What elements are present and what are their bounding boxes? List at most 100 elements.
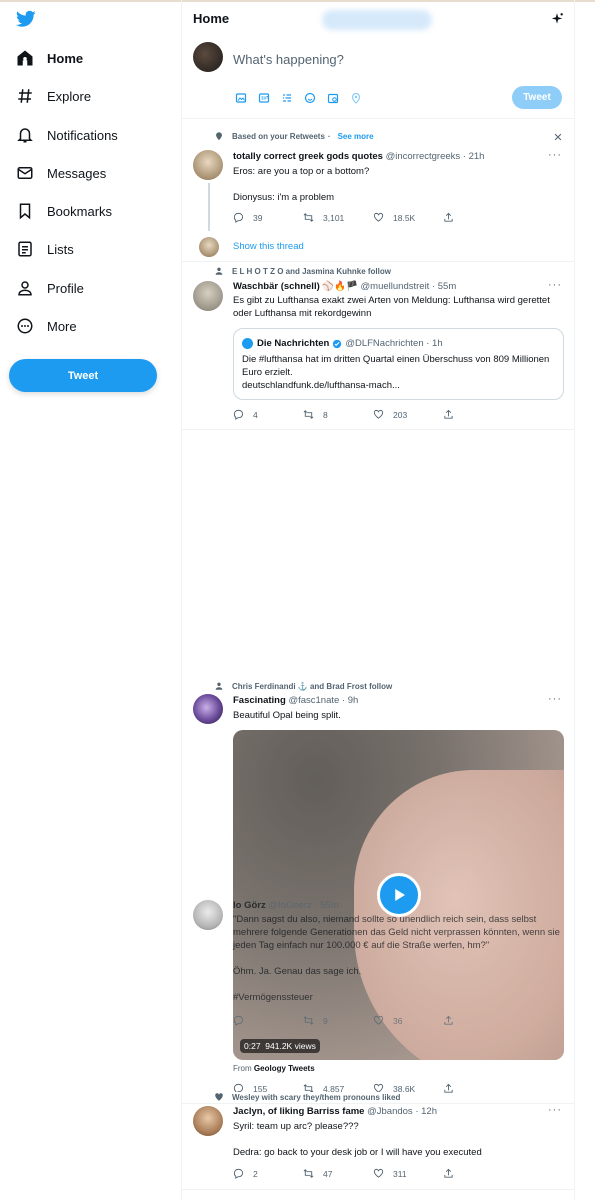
share-icon <box>444 1083 453 1093</box>
more-options-icon[interactable]: ··· <box>548 1104 562 1116</box>
divider <box>182 429 574 430</box>
thread-line <box>208 183 210 231</box>
tweet-button[interactable]: Tweet <box>9 359 157 392</box>
avatar[interactable] <box>193 694 223 724</box>
retweet-button[interactable]: 9 <box>303 1015 373 1026</box>
share-button[interactable] <box>443 409 513 420</box>
nav-bookmarks[interactable]: Bookmarks <box>16 196 112 226</box>
reply-icon <box>233 409 244 420</box>
author-name[interactable]: Io Görz <box>233 900 266 911</box>
quote-author-handle: @DLFNachrichten · 1h <box>345 338 443 349</box>
show-thread-link[interactable]: Show this thread <box>233 241 304 252</box>
composer-tweet-button[interactable]: Tweet <box>512 86 562 109</box>
retweet-button[interactable]: 8 <box>303 409 373 420</box>
share-button[interactable] <box>443 1083 513 1094</box>
avatar[interactable] <box>193 900 223 930</box>
tweet-text: Beautiful Opal being split. <box>233 710 341 721</box>
tweet-header: totally correct greek gods quotes @incor… <box>233 151 484 162</box>
author-name[interactable]: Jaclyn, of liking Barriss fame <box>233 1106 364 1117</box>
like-button[interactable]: 203 <box>373 409 443 420</box>
quote-header: Die Nachrichten @DLFNachrichten · 1h <box>242 338 443 349</box>
tweet-actions: 9 36 <box>233 1015 513 1026</box>
share-button[interactable] <box>443 212 513 223</box>
poll-icon[interactable] <box>279 90 295 106</box>
author-handle[interactable]: @incorrectgreeks · 21h <box>386 151 485 162</box>
video-meta: 0:27 941.2K views <box>240 1039 320 1053</box>
like-button[interactable]: 36 <box>373 1015 443 1026</box>
schedule-icon[interactable] <box>325 90 341 106</box>
author-handle[interactable]: @muellundstreit · 55m <box>361 281 457 292</box>
share-icon <box>444 1168 453 1178</box>
nav-label: Bookmarks <box>47 203 113 219</box>
like-button[interactable]: 311 <box>373 1168 443 1179</box>
person-icon <box>215 267 223 275</box>
nav-label: Lists <box>47 241 74 257</box>
nav-lists[interactable]: Lists <box>16 234 74 264</box>
quoted-tweet[interactable]: Die Nachrichten @DLFNachrichten · 1h Die… <box>233 328 564 400</box>
tweet-actions: 39 3,101 18.5K <box>233 212 513 223</box>
location-icon[interactable] <box>348 90 364 106</box>
divider <box>182 1189 574 1190</box>
avatar[interactable] <box>193 1106 223 1136</box>
heart-icon <box>373 409 384 419</box>
heart-icon <box>373 212 384 222</box>
nav-profile[interactable]: Profile <box>16 273 84 303</box>
sparkle-icon[interactable] <box>550 12 564 26</box>
twitter-bird-icon[interactable] <box>16 10 36 28</box>
emoji-icon[interactable] <box>302 90 318 106</box>
location-pin-icon <box>216 132 222 141</box>
overlapping-tweet: Io Görz @IoGoerz · 55m "Dann sagst du al… <box>182 895 574 1035</box>
compose-input[interactable]: What's happening? <box>233 52 344 67</box>
share-button[interactable] <box>443 1015 513 1026</box>
nav-home[interactable]: Home <box>16 43 83 73</box>
video-source: From Geology Tweets <box>233 1064 315 1073</box>
retweet-icon <box>303 1016 314 1025</box>
tweet-header: Waschbär (schnell) ⚾️🔥🏴 @muellundstreit … <box>233 281 456 292</box>
nav-label: Explore <box>47 88 92 104</box>
retweet-button[interactable]: 47 <box>303 1168 373 1179</box>
nav-label: Home <box>47 50 84 66</box>
retweet-button[interactable]: 3,101 <box>303 212 373 223</box>
gif-icon[interactable] <box>256 90 272 106</box>
person-icon <box>18 281 32 296</box>
author-handle[interactable]: @Jbandos · 12h <box>367 1106 437 1117</box>
reply-button[interactable] <box>233 1015 303 1026</box>
more-options-icon[interactable]: ··· <box>548 693 562 705</box>
avatar[interactable] <box>193 150 223 180</box>
reply-icon <box>233 1168 244 1179</box>
nav-notifications[interactable]: Notifications <box>16 120 118 150</box>
reply-button[interactable]: 2 <box>233 1168 303 1179</box>
sidebar: Home Explore Notifications Messages Book… <box>0 0 181 1200</box>
close-icon[interactable] <box>553 132 563 142</box>
avatar[interactable] <box>199 237 219 257</box>
tweet-header: Fascinating @fasc1nate · 9h <box>233 695 358 706</box>
author-name[interactable]: Waschbär (schnell) ⚾️🔥🏴 <box>233 281 358 292</box>
tweet-actions: 4 8 203 <box>233 409 513 420</box>
nav-messages[interactable]: Messages <box>16 158 106 188</box>
avatar[interactable] <box>193 42 223 72</box>
more-circle-icon <box>17 318 33 334</box>
author-name[interactable]: totally correct greek gods quotes <box>233 151 383 162</box>
image-icon[interactable] <box>233 90 249 106</box>
tweet-context: Wesley with scary they/them pronouns lik… <box>214 1092 401 1102</box>
author-handle[interactable]: @IoGoerz · 55m <box>268 900 338 911</box>
reply-button[interactable]: 4 <box>233 409 303 420</box>
like-button[interactable]: 18.5K <box>373 212 443 223</box>
nav-more[interactable]: More <box>16 311 77 341</box>
nav-explore[interactable]: Explore <box>16 81 91 111</box>
avatar[interactable] <box>193 281 223 311</box>
reply-button[interactable]: 39 <box>233 212 303 223</box>
retweet-icon <box>303 1169 314 1178</box>
share-button[interactable] <box>443 1168 513 1179</box>
author-name[interactable]: Fascinating <box>233 695 286 706</box>
bell-icon <box>17 128 33 143</box>
video-views: 941.2K views <box>265 1041 316 1051</box>
see-more-link[interactable]: See more <box>338 132 374 141</box>
video-source-link[interactable]: Geology Tweets <box>254 1064 315 1073</box>
more-options-icon[interactable]: ··· <box>548 279 562 291</box>
tweet-context: E L H O T Z O and Jasmina Kuhnke follow <box>214 266 391 276</box>
author-handle[interactable]: @fasc1nate · 9h <box>288 695 358 706</box>
more-options-icon[interactable]: ··· <box>548 149 562 161</box>
reply-icon <box>233 1015 244 1026</box>
tweet-text: Es gibt zu Lufthansa exakt zwei Arten vo… <box>233 295 550 319</box>
